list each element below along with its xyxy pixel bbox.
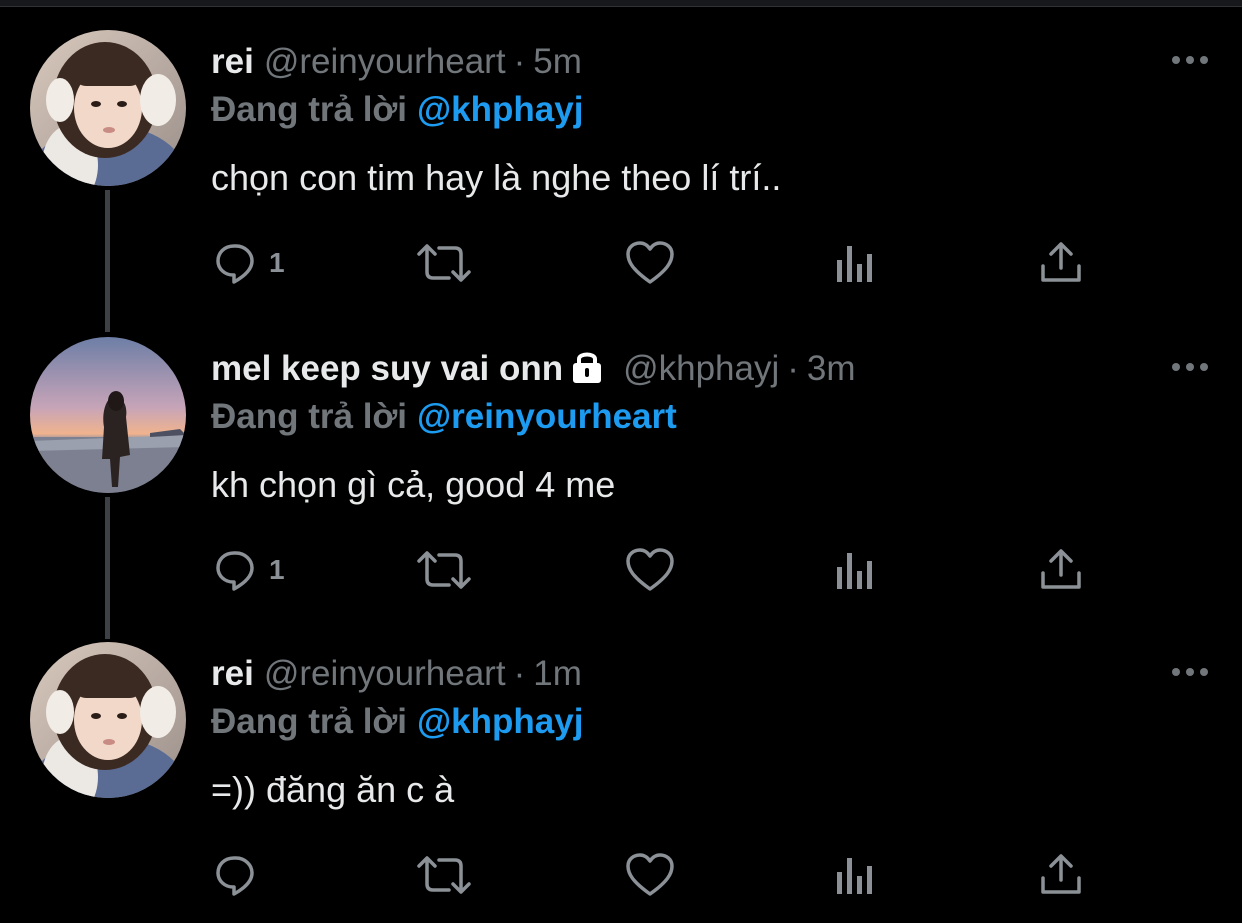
tweet-header: rei @reinyourheart · 5m — [211, 40, 582, 84]
user-handle[interactable]: @khphayj — [623, 349, 779, 388]
like-button[interactable] — [625, 545, 675, 595]
tweet-actions: 1 — [211, 545, 1111, 595]
reply-icon — [213, 240, 259, 286]
more-options-icon[interactable] — [1168, 357, 1212, 377]
analytics-icon — [833, 240, 877, 286]
like-button[interactable] — [625, 850, 675, 900]
share-icon — [1039, 547, 1083, 593]
timestamp[interactable]: 3m — [807, 349, 856, 388]
tweet-text: chọn con tim hay là nghe theo lí trí.. — [211, 157, 782, 198]
mention-link[interactable]: @khphayj — [417, 702, 583, 741]
replying-to-label: Đang trả lời — [211, 702, 408, 741]
reply-button[interactable]: 1 — [213, 545, 285, 595]
replying-to: Đang trả lời @khphayj — [211, 700, 583, 744]
replying-to-label: Đang trả lời — [211, 397, 408, 436]
lock-icon — [569, 349, 605, 394]
mention-link[interactable]: @khphayj — [417, 90, 583, 129]
analytics-button[interactable] — [833, 238, 877, 288]
share-button[interactable] — [1039, 545, 1083, 595]
like-icon — [625, 852, 675, 898]
more-options-icon[interactable] — [1168, 662, 1212, 682]
reply-icon — [213, 547, 259, 593]
timestamp[interactable]: 5m — [533, 42, 582, 81]
tweet-text: =)) đăng ăn c à — [211, 769, 455, 810]
separator: · — [513, 42, 526, 81]
tweet-header: mel keep suy vai onn @khphayj · 3m — [211, 347, 856, 391]
mention-link[interactable]: @reinyourheart — [417, 397, 677, 436]
like-icon — [625, 547, 675, 593]
reply-icon — [213, 852, 259, 898]
tweet[interactable]: rei @reinyourheart · 1m Đang trả lời @khphay… — [0, 612, 1242, 919]
avatar[interactable] — [30, 30, 186, 186]
retweet-button[interactable] — [415, 238, 473, 288]
reply-button[interactable] — [213, 850, 269, 900]
replying-to: Đang trả lời @reinyourheart — [211, 395, 677, 439]
more-options-icon[interactable] — [1168, 50, 1212, 70]
replying-to-label: Đang trả lời — [211, 90, 408, 129]
tweet[interactable]: rei @reinyourheart · 5m Đang trả lời @khphay… — [0, 0, 1242, 307]
display-name[interactable]: mel keep suy vai onn — [211, 349, 563, 388]
tweet-actions: 1 — [211, 238, 1111, 288]
retweet-icon — [415, 240, 473, 286]
retweet-button[interactable] — [415, 545, 473, 595]
share-icon — [1039, 240, 1083, 286]
reply-count: 1 — [269, 554, 285, 585]
retweet-icon — [415, 547, 473, 593]
avatar[interactable] — [30, 337, 186, 493]
tweet-actions — [211, 850, 1111, 900]
share-button[interactable] — [1039, 238, 1083, 288]
share-button[interactable] — [1039, 850, 1083, 900]
analytics-icon — [833, 852, 877, 898]
replying-to: Đang trả lời @khphayj — [211, 88, 583, 132]
retweet-button[interactable] — [415, 850, 473, 900]
avatar[interactable] — [30, 642, 186, 798]
separator: · — [513, 654, 526, 693]
timestamp[interactable]: 1m — [533, 654, 582, 693]
share-icon — [1039, 852, 1083, 898]
like-button[interactable] — [625, 238, 675, 288]
tweet[interactable]: mel keep suy vai onn @khphayj · 3m Đang trả… — [0, 307, 1242, 614]
analytics-button[interactable] — [833, 545, 877, 595]
tweet-text: kh chọn gì cả, good 4 me — [211, 464, 616, 505]
reply-button[interactable]: 1 — [213, 238, 285, 288]
reply-count: 1 — [269, 247, 285, 278]
retweet-icon — [415, 852, 473, 898]
analytics-icon — [833, 547, 877, 593]
user-handle[interactable]: @reinyourheart — [264, 654, 506, 693]
analytics-button[interactable] — [833, 850, 877, 900]
separator: · — [787, 349, 799, 388]
tweet-header: rei @reinyourheart · 1m — [211, 652, 582, 696]
display-name[interactable]: rei — [211, 654, 254, 693]
user-handle[interactable]: @reinyourheart — [264, 42, 506, 81]
like-icon — [625, 240, 675, 286]
display-name[interactable]: rei — [211, 42, 254, 81]
